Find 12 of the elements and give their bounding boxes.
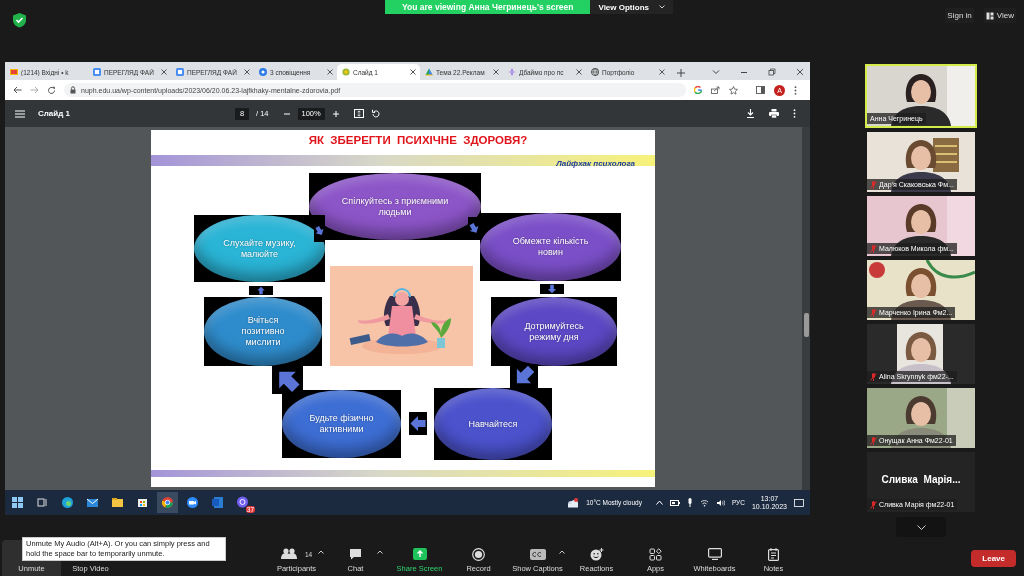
diagram-node: Будьте фізично активними [282, 390, 401, 458]
diagram-node: Обмежте кількість новин [480, 213, 621, 281]
diagram-node: Вчіться позитивно мислити [204, 297, 322, 366]
diagram-node: Навчайтеся [434, 388, 552, 460]
participant-display-name: Сливка Марія... [880, 474, 962, 485]
slide-subtitle: Лайфхак психолога [556, 159, 635, 168]
slide-title: ЯК ЗБЕРЕГТИ ПСИХІЧНЕ ЗДОРОВЯ? [307, 133, 529, 148]
diagram-node: Дотримуйтесь режиму дня [491, 297, 617, 366]
diagram-node: Слухайте музику, малюйте [194, 215, 325, 282]
diagram-node: Спілкуйтесь з приємними людьми [309, 173, 481, 240]
screen-share-banner: You are viewing Анна Чегринець's screen [385, 0, 591, 14]
document-title: Слайд 1 [38, 109, 70, 118]
